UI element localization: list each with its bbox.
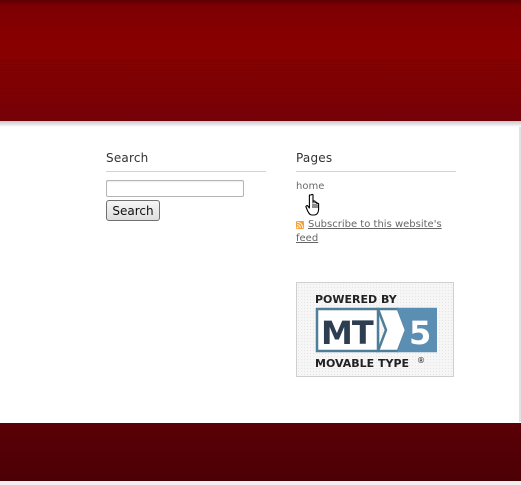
search-widget-title: Search	[106, 151, 149, 165]
badge-powered-by-text: POWERED BY	[315, 293, 398, 306]
subscribe-feed-label[interactable]: Subscribe to this website's feed	[296, 219, 442, 244]
badge-version-text: 5	[409, 314, 431, 352]
mt5-logo: MT 5	[315, 307, 437, 353]
pages-widget-divider	[296, 171, 456, 172]
hand-pointer-cursor-icon	[305, 193, 320, 216]
page-link-home[interactable]: home	[296, 181, 324, 192]
badge-movable-type-text: MOVABLE TYPE	[315, 357, 409, 370]
search-input[interactable]	[106, 180, 244, 197]
search-button[interactable]: Search	[106, 200, 160, 221]
badge-mt-text: MT	[321, 314, 374, 352]
pages-widget-title: Pages	[296, 151, 333, 165]
badge-registered-mark: ®	[417, 356, 425, 365]
bottom-edge	[0, 481, 521, 485]
site-footer	[0, 423, 521, 481]
powered-by-movable-type-badge[interactable]: POWERED BY MT 5 MOVABLE TYPE ®	[296, 282, 454, 377]
subscribe-feed-link[interactable]: Subscribe to this website's feed	[296, 218, 450, 246]
header-divider	[0, 121, 521, 127]
search-widget-divider	[106, 171, 266, 172]
site-header-banner	[0, 0, 521, 121]
